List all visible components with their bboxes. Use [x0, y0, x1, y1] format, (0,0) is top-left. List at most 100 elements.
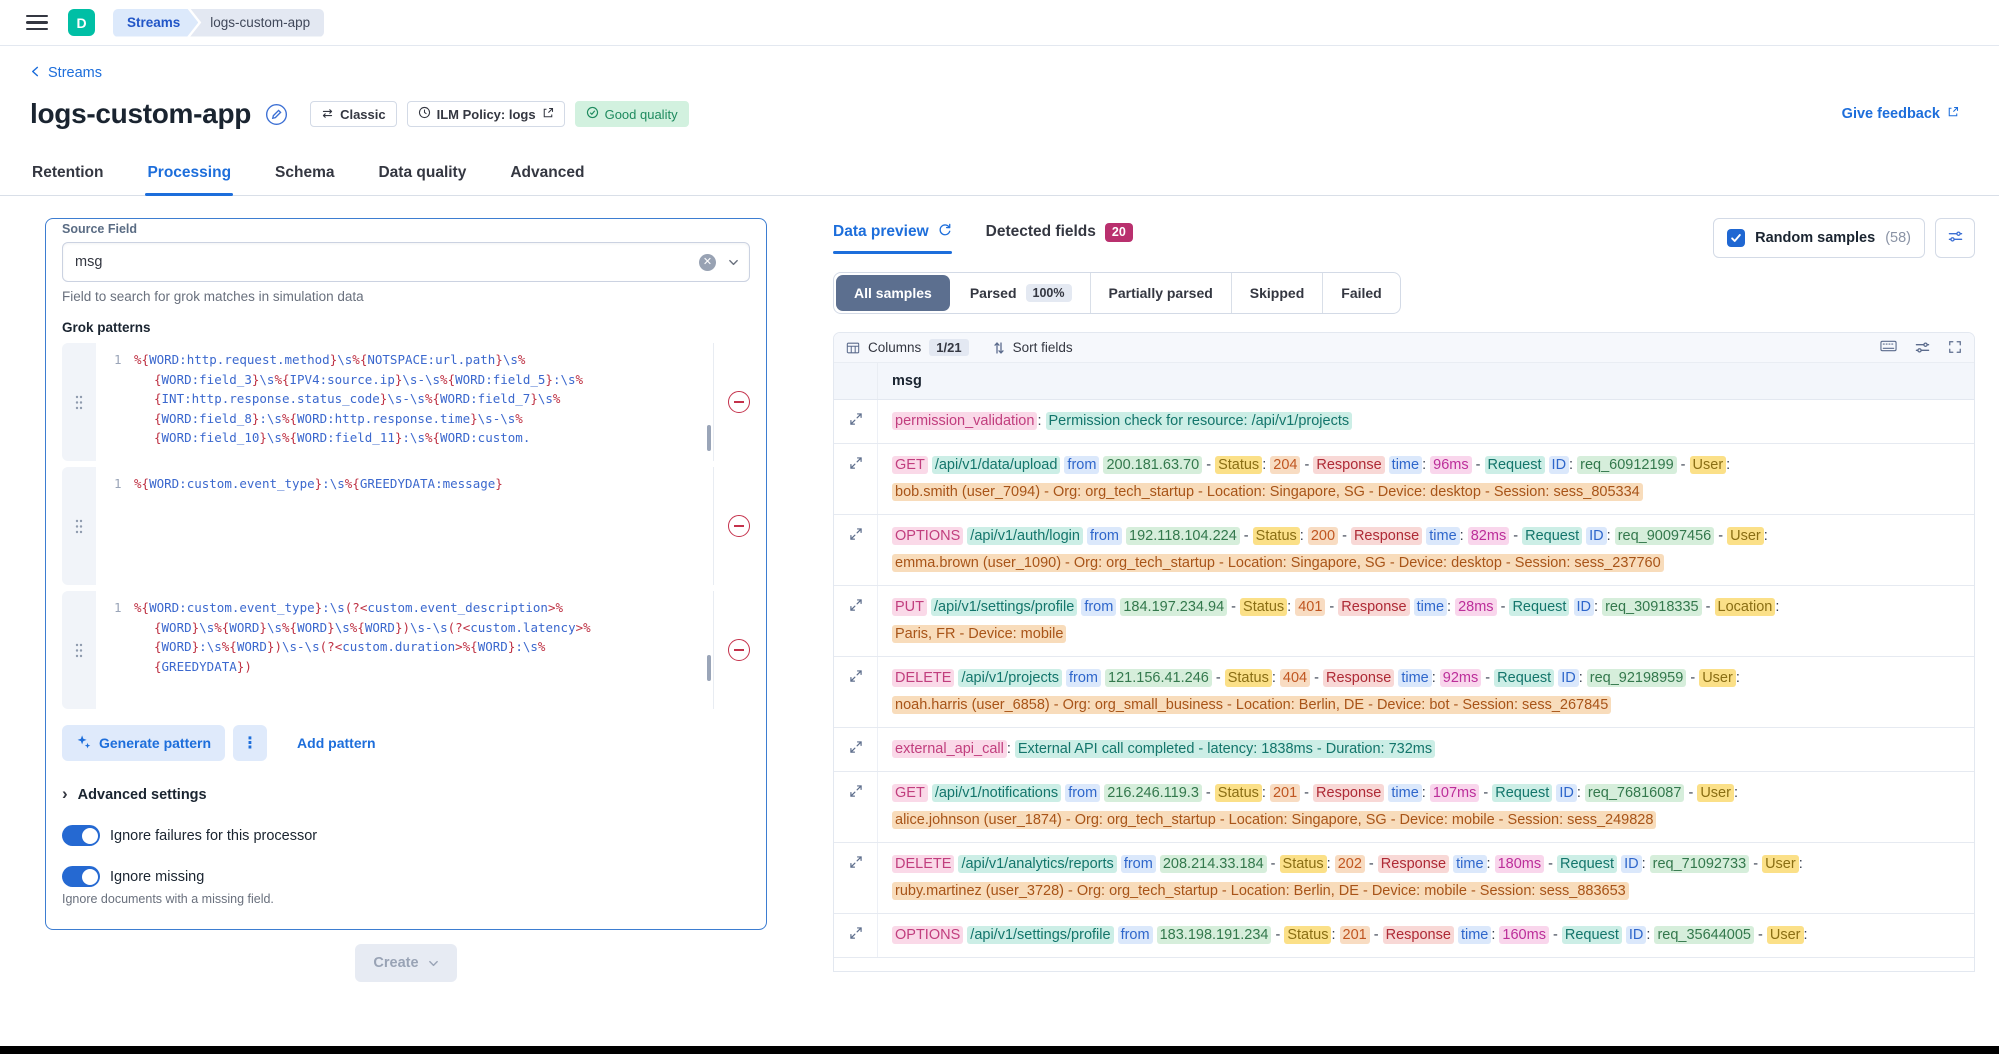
source-field-input[interactable]: msg ✕ [62, 242, 750, 282]
space-avatar[interactable]: D [68, 9, 95, 36]
ignore-failures-label: Ignore failures for this processor [110, 828, 317, 844]
grok-pattern-input[interactable]: 1%{WORD:http.request.method}\s%{NOTSPACE… [96, 343, 714, 461]
chevron-left-icon [30, 65, 41, 81]
remove-pattern-button[interactable] [728, 515, 750, 537]
expand-row-icon[interactable] [849, 456, 863, 470]
tab-data-preview[interactable]: Data preview [833, 223, 952, 254]
external-link-icon [1947, 106, 1959, 122]
source-field-help: Field to search for grok matches in simu… [62, 289, 750, 304]
remove-pattern-button[interactable] [728, 391, 750, 413]
random-samples-checkbox[interactable]: Random samples (58) [1713, 218, 1925, 258]
source-field-label: Source Field [62, 222, 750, 236]
create-button[interactable]: Create [355, 944, 456, 982]
log-message-cell: GET /api/v1/notifications from 216.246.1… [878, 772, 1752, 842]
msg-column-header[interactable]: msg [878, 363, 936, 399]
keyboard-shortcuts-button[interactable] [1880, 340, 1897, 355]
tab-detected-fields[interactable]: Detected fields 20 [986, 223, 1133, 254]
log-message-cell: OPTIONS /api/v1/auth/login from 192.118.… [878, 515, 1782, 585]
sliders-icon [1948, 229, 1963, 247]
top-navigation-bar: D Streams logs-custom-app [0, 0, 1999, 46]
grok-processor-panel: Source Field msg ✕ Field to search for g… [45, 218, 767, 930]
remove-pattern-button[interactable] [728, 639, 750, 661]
parsed-percentage-badge: 100% [1026, 284, 1072, 302]
edit-title-icon[interactable] [265, 103, 288, 126]
drag-handle-icon[interactable] [62, 591, 96, 709]
expand-row-icon[interactable] [849, 740, 863, 754]
columns-selector-button[interactable]: Columns 1/21 [846, 339, 969, 356]
editor-scrollbar-thumb[interactable] [707, 425, 711, 451]
data-preview-column: Data preview Detected fields 20 Random s… [833, 218, 1975, 982]
ignore-missing-toggle[interactable] [62, 866, 100, 887]
generate-pattern-button[interactable]: Generate pattern [62, 725, 225, 761]
table-row: external_api_call: External API call com… [834, 728, 1974, 772]
filter-all-samples[interactable]: All samples [836, 275, 950, 311]
grok-pattern-input[interactable]: 1%{WORD:custom.event_type}:\s%{GREEDYDAT… [96, 467, 714, 585]
check-circle-icon [586, 106, 599, 122]
feedback-label: Give feedback [1842, 106, 1940, 122]
back-to-streams-link[interactable]: Streams [30, 65, 102, 81]
editor-scrollbar-thumb[interactable] [707, 655, 711, 681]
expand-row-icon[interactable] [849, 598, 863, 612]
table-row: permission_validation: Permission check … [834, 400, 1974, 444]
fullscreen-button[interactable] [1948, 340, 1962, 355]
expand-row-icon[interactable] [849, 926, 863, 940]
tab-data-quality[interactable]: Data quality [376, 154, 468, 195]
display-options-button[interactable] [1915, 340, 1930, 355]
grok-pattern-row: 1%{WORD:http.request.method}\s%{NOTSPACE… [62, 343, 750, 461]
page-tabs: Retention Processing Schema Data quality… [0, 154, 1999, 196]
columns-icon [846, 341, 860, 355]
tab-processing[interactable]: Processing [145, 154, 233, 195]
grid-rows: permission_validation: Permission check … [834, 400, 1974, 958]
add-pattern-button[interactable]: Add pattern [297, 735, 376, 751]
filter-skipped[interactable]: Skipped [1231, 273, 1322, 313]
back-link-label: Streams [48, 65, 102, 81]
grok-pattern-row: 1%{WORD:custom.event_type}:\s(?<custom.e… [62, 591, 750, 709]
filter-failed[interactable]: Failed [1322, 273, 1399, 313]
ilm-policy-badge[interactable]: ILM Policy: logs [407, 101, 565, 127]
log-message-cell: DELETE /api/v1/projects from 121.156.41.… [878, 657, 1754, 727]
grok-pattern-editors: 1%{WORD:http.request.method}\s%{NOTSPACE… [62, 343, 750, 709]
clear-field-icon[interactable]: ✕ [699, 254, 716, 271]
expand-row-icon[interactable] [849, 527, 863, 541]
expand-row-icon[interactable] [849, 855, 863, 869]
sort-fields-button[interactable]: Sort fields [993, 340, 1073, 355]
chevron-down-icon[interactable] [728, 257, 739, 268]
grok-patterns-label: Grok patterns [62, 320, 750, 335]
breadcrumb-current: logs-custom-app [190, 9, 324, 37]
grok-pattern-input[interactable]: 1%{WORD:custom.event_type}:\s(?<custom.e… [96, 591, 714, 709]
menu-icon[interactable] [26, 15, 48, 31]
give-feedback-link[interactable]: Give feedback [1842, 106, 1959, 122]
expand-row-icon[interactable] [849, 784, 863, 798]
window-edge [0, 1046, 1999, 1054]
tab-advanced[interactable]: Advanced [508, 154, 586, 195]
swap-arrows-icon [321, 107, 334, 122]
expand-row-icon[interactable] [849, 669, 863, 683]
sample-filter-group: All samples Parsed 100% Partially parsed… [833, 272, 1401, 314]
tab-retention[interactable]: Retention [30, 154, 105, 195]
table-row: GET /api/v1/notifications from 216.246.1… [834, 772, 1974, 843]
kebab-icon: ⋮ [242, 733, 258, 753]
filter-partially-parsed[interactable]: Partially parsed [1090, 273, 1231, 313]
breadcrumb: Streams logs-custom-app [113, 9, 324, 37]
drag-handle-icon[interactable] [62, 467, 96, 585]
grid-toolbar: Columns 1/21 Sort fields [834, 333, 1974, 363]
sort-icon [993, 341, 1005, 355]
table-row: GET /api/v1/data/upload from 200.181.63.… [834, 444, 1974, 515]
sample-settings-button[interactable] [1935, 218, 1975, 258]
expand-row-icon[interactable] [849, 412, 863, 426]
refresh-icon[interactable] [938, 223, 952, 242]
breadcrumb-streams[interactable]: Streams [113, 9, 198, 37]
filter-parsed[interactable]: Parsed 100% [952, 273, 1090, 313]
grid-header-row: msg [834, 363, 1974, 400]
table-row: DELETE /api/v1/projects from 121.156.41.… [834, 657, 1974, 728]
ignore-failures-toggle[interactable] [62, 825, 100, 846]
more-options-button[interactable]: ⋮ [233, 725, 267, 761]
source-field-value: msg [75, 254, 699, 270]
drag-handle-icon[interactable] [62, 343, 96, 461]
advanced-settings-toggle[interactable]: › Advanced settings [62, 785, 750, 805]
table-row: PUT /api/v1/settings/profile from 184.19… [834, 586, 1974, 657]
checkbox-checked-icon[interactable] [1727, 229, 1745, 247]
log-message-cell: external_api_call: External API call com… [878, 728, 1449, 771]
quality-badge: Good quality [575, 101, 689, 127]
tab-schema[interactable]: Schema [273, 154, 336, 195]
